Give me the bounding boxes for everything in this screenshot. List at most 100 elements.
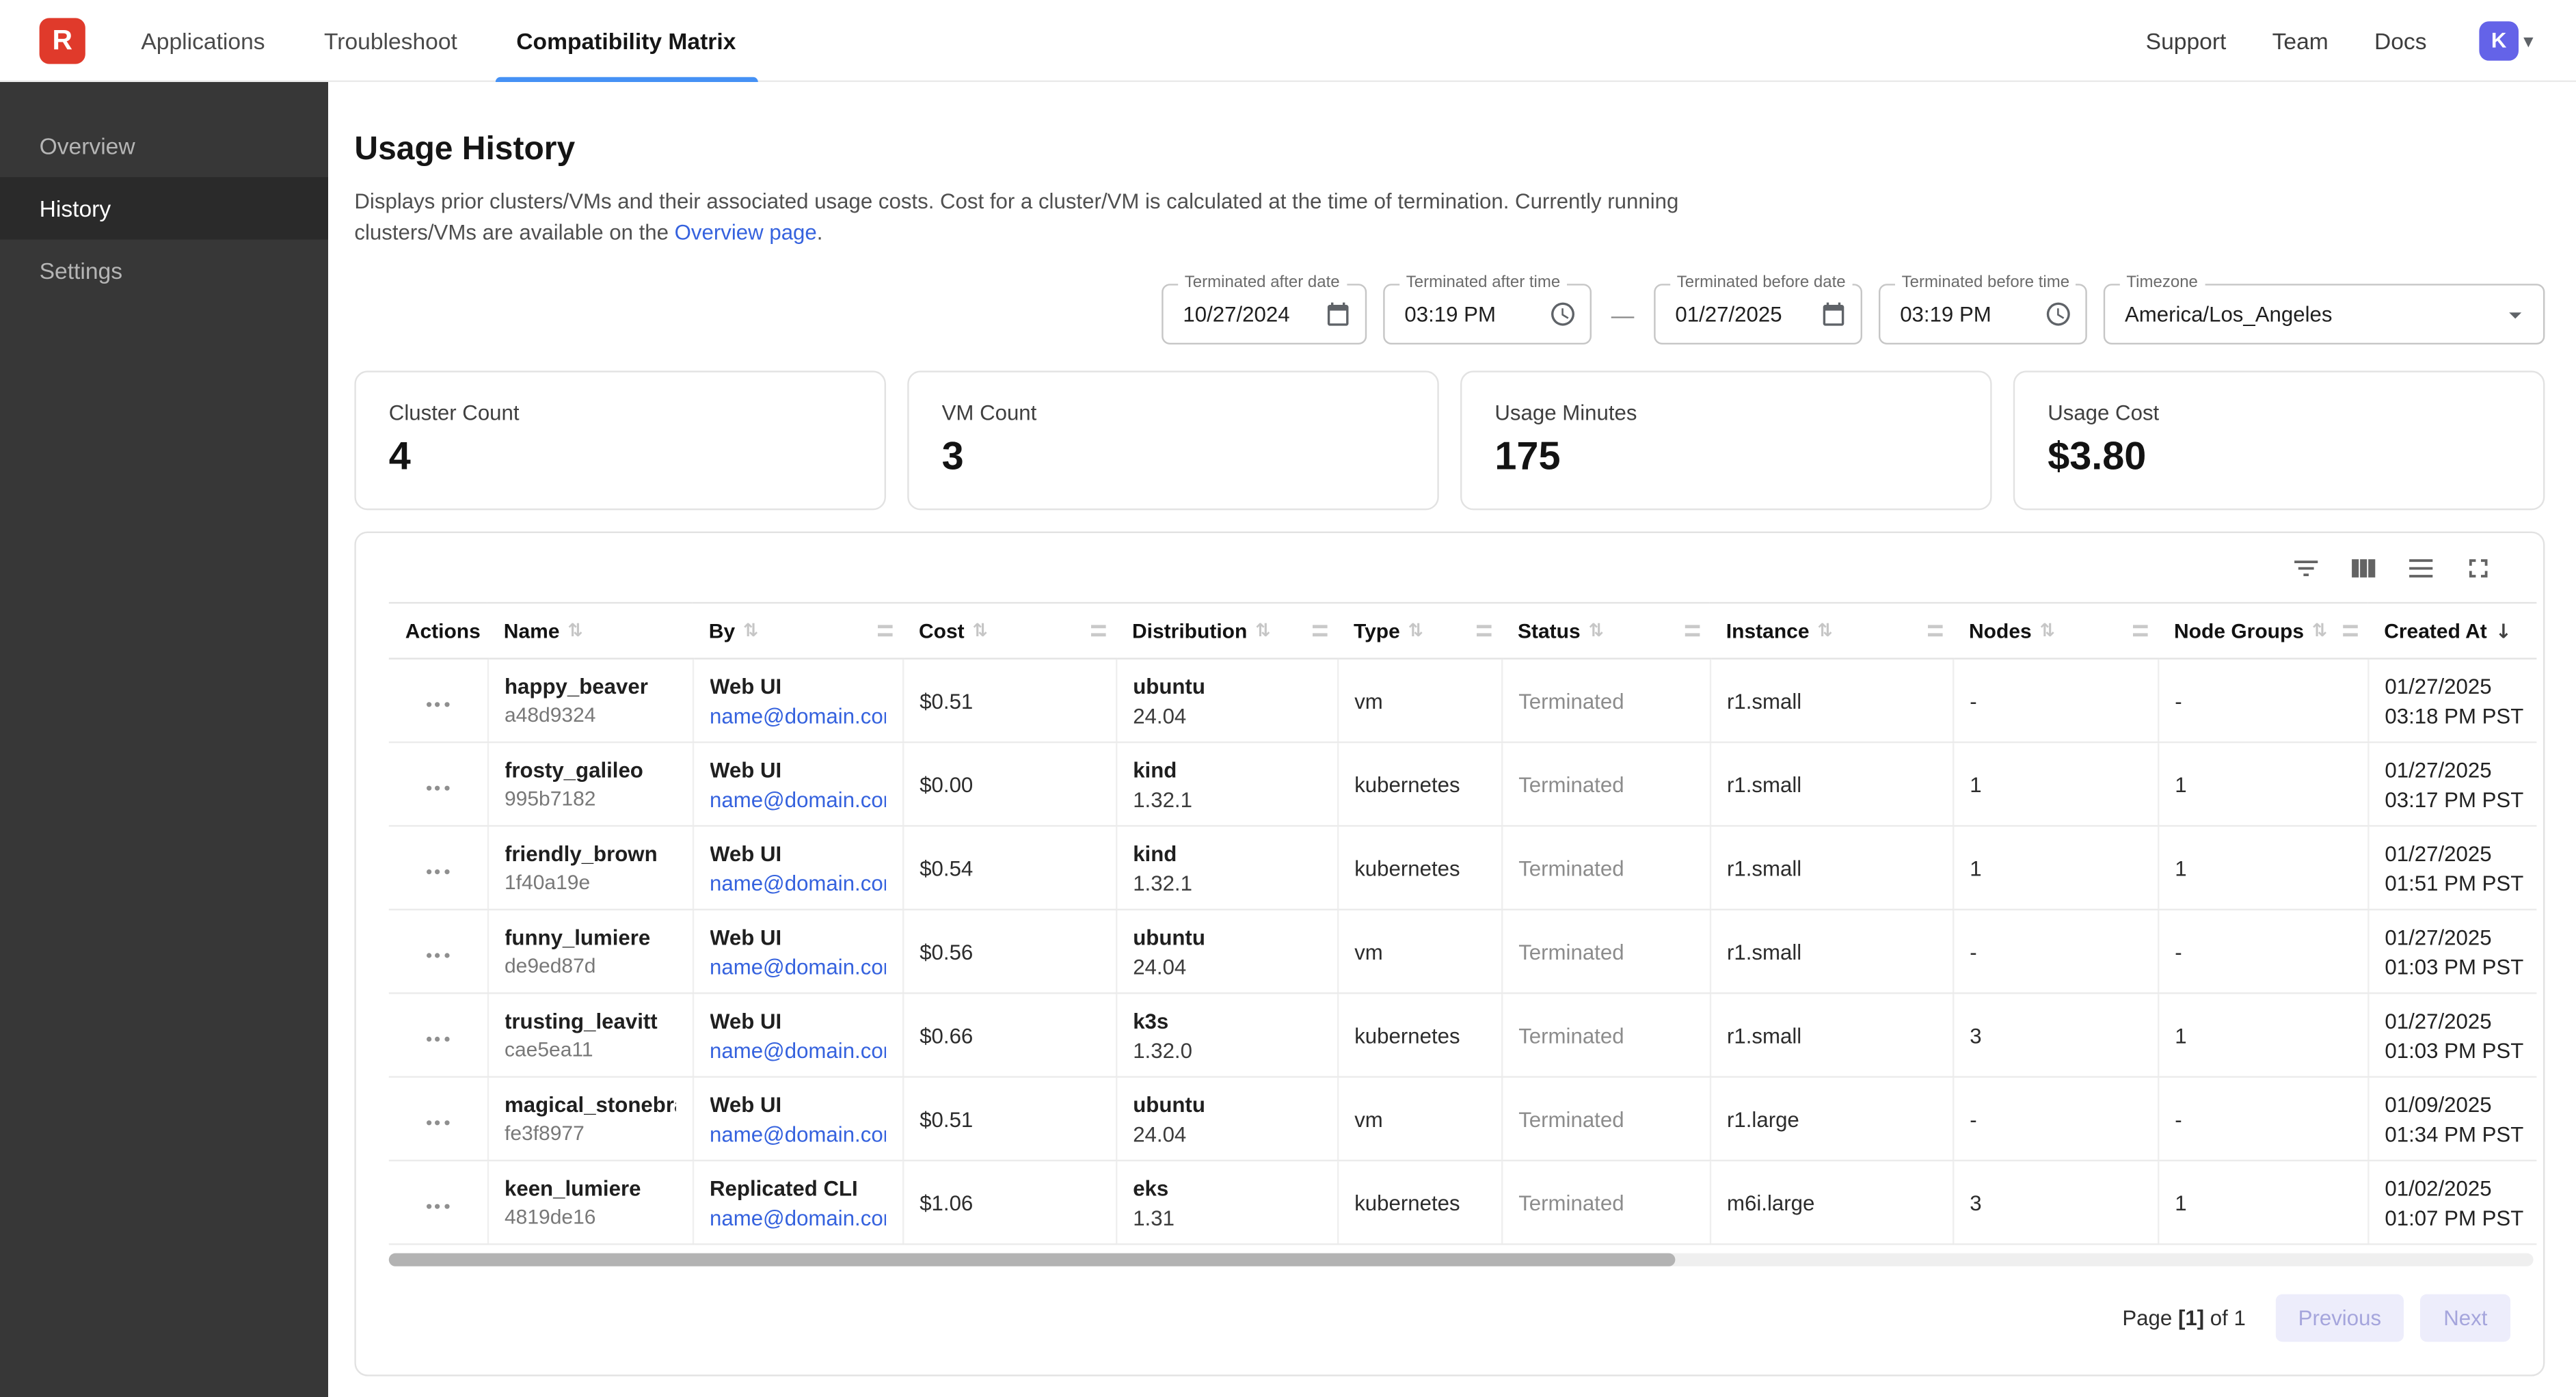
nav-item-team[interactable]: Team [2272, 27, 2329, 53]
calendar-icon[interactable] [1324, 300, 1352, 328]
cost-value: $0.66 [920, 1022, 1099, 1047]
email-link[interactable]: name@domain.com [710, 870, 885, 895]
column-header-name[interactable]: Name⇅ [487, 603, 693, 659]
status-cell: Terminated [1501, 910, 1710, 993]
created-at-cell: 01/27/202501:03 PM PST [2367, 993, 2536, 1076]
column-resize-handle[interactable] [2343, 625, 2358, 636]
column-resize-handle[interactable] [1928, 625, 1943, 636]
nav-item-applications[interactable]: Applications [141, 0, 265, 81]
sort-icon[interactable]: ⇅ [1408, 620, 1423, 641]
actions-cell [389, 826, 487, 909]
sidebar-item-history[interactable]: History [0, 177, 328, 239]
column-resize-handle[interactable] [1313, 625, 1328, 636]
stat-card-usage-cost: Usage Cost $3.80 [2013, 370, 2545, 510]
nav-item-compatibility-matrix[interactable]: Compatibility Matrix [516, 0, 736, 81]
sort-icon[interactable]: ⇅ [2312, 620, 2327, 641]
column-header-distribution[interactable]: Distribution ⇅ [1116, 603, 1337, 659]
terminated-after-date-field[interactable]: Terminated after date 10/27/2024 [1162, 284, 1367, 344]
node-groups-cell: - [2158, 659, 2367, 742]
description-line1: Displays prior clusters/VMs and their as… [354, 189, 1678, 213]
column-header-inner: Cost⇅ [919, 619, 1106, 642]
replicated-logo[interactable]: R [40, 17, 85, 63]
filter-range-separator: — [1611, 301, 1635, 327]
row-menu-button[interactable] [418, 1112, 457, 1133]
column-header-type[interactable]: Type⇅ [1337, 603, 1501, 659]
created-date: 01/27/2025 [2385, 841, 2520, 865]
next-page-button[interactable]: Next [2421, 1294, 2510, 1342]
columns-icon[interactable] [2346, 551, 2379, 584]
sort-desc-icon[interactable]: ↓ [2495, 619, 2512, 642]
terminated-before-time-field[interactable]: Terminated before time 03:19 PM [1879, 284, 2087, 344]
row-menu-button[interactable] [418, 1196, 457, 1217]
nav-item-support[interactable]: Support [2146, 27, 2227, 53]
email-link[interactable]: name@domain.com [710, 1205, 885, 1230]
terminated-after-time-field[interactable]: Terminated after time 03:19 PM [1383, 284, 1592, 344]
clock-icon[interactable] [2044, 300, 2072, 328]
created-time: 01:07 PM PST [2385, 1205, 2520, 1230]
sort-icon[interactable]: ⇅ [1255, 620, 1270, 641]
column-header-nodes[interactable]: Nodes⇅ [1953, 603, 2158, 659]
email-link[interactable]: name@domain.com [710, 1121, 885, 1145]
column-resize-handle[interactable] [878, 625, 893, 636]
row-menu-button[interactable] [418, 778, 457, 799]
sort-icon[interactable]: ⇅ [568, 620, 583, 641]
dropdown-arrow-icon[interactable] [2501, 299, 2530, 329]
node-groups-cell: 1 [2158, 993, 2367, 1076]
node-groups-value: 1 [2175, 856, 2350, 880]
row-menu-button[interactable] [418, 861, 457, 882]
created-time: 01:34 PM PST [2385, 1121, 2520, 1145]
sidebar-item-overview[interactable]: Overview [0, 115, 328, 177]
row-menu-button[interactable] [418, 945, 457, 966]
app-viewport: R Applications Troubleshoot Compatibilit… [0, 0, 2576, 1397]
by-cell: Web UIname@domain.com [693, 910, 902, 993]
stat-label: VM Count [942, 401, 1405, 425]
node-groups-value: 1 [2175, 772, 2350, 796]
cluster-id: de9ed87d [505, 955, 675, 978]
account-menu-button[interactable]: K ▾ [2479, 21, 2533, 60]
email-link[interactable]: name@domain.com [710, 1037, 885, 1062]
density-icon[interactable] [2404, 551, 2437, 584]
column-header-created-at[interactable]: Created At↓ [2367, 603, 2536, 659]
by-cell: Web UIname@domain.com [693, 826, 902, 909]
horizontal-scrollbar[interactable] [389, 1253, 2534, 1266]
column-header-instance[interactable]: Instance⇅ [1710, 603, 1953, 659]
column-resize-handle[interactable] [1477, 625, 1492, 636]
clock-icon[interactable] [1549, 300, 1577, 328]
email-link[interactable]: name@domain.com [710, 703, 885, 727]
sidebar-item-settings[interactable]: Settings [0, 239, 328, 301]
overview-page-link[interactable]: Overview page [675, 220, 817, 245]
email-link[interactable]: name@domain.com [710, 787, 885, 811]
nav-item-troubleshoot[interactable]: Troubleshoot [324, 0, 457, 81]
column-resize-handle[interactable] [2133, 625, 2148, 636]
row-menu-button[interactable] [418, 1029, 457, 1050]
fullscreen-icon[interactable] [2461, 551, 2494, 584]
distribution-name: ubuntu [1133, 1091, 1320, 1116]
column-resize-handle[interactable] [1685, 625, 1700, 636]
column-header-by[interactable]: By⇅ [693, 603, 902, 659]
column-header-status[interactable]: Status⇅ [1501, 603, 1710, 659]
column-resize-handle[interactable] [1091, 625, 1106, 636]
column-header-node-groups[interactable]: Node Groups⇅ [2158, 603, 2367, 659]
calendar-icon[interactable] [1820, 300, 1848, 328]
distribution-version: 1.32.1 [1133, 870, 1320, 895]
column-header-cost[interactable]: Cost⇅ [902, 603, 1116, 659]
sort-icon[interactable]: ⇅ [2040, 620, 2055, 641]
sort-icon[interactable]: ⇅ [1589, 620, 1604, 641]
pagination: Page [1] of 1 Previous Next [356, 1294, 2510, 1342]
sort-icon[interactable]: ⇅ [743, 620, 758, 641]
terminated-before-date-field[interactable]: Terminated before date 01/27/2025 [1654, 284, 1862, 344]
sort-icon[interactable]: ⇅ [973, 620, 988, 641]
timezone-select[interactable]: Timezone America/Los_Angeles [2104, 284, 2545, 344]
column-label: Distribution [1132, 619, 1247, 642]
scrollbar-thumb[interactable] [389, 1253, 1676, 1266]
email-link[interactable]: name@domain.com [710, 954, 885, 979]
filter-icon[interactable] [2289, 551, 2322, 584]
description-line2: clusters/VMs are available on the [354, 220, 674, 245]
sort-icon[interactable]: ⇅ [1818, 620, 1833, 641]
avatar[interactable]: K [2479, 21, 2519, 60]
terminated-before-time-label: Terminated before time [1895, 274, 2076, 292]
cluster-id: fe3f8977 [505, 1122, 675, 1145]
previous-page-button[interactable]: Previous [2275, 1294, 2404, 1342]
nav-item-docs[interactable]: Docs [2374, 27, 2427, 53]
row-menu-button[interactable] [418, 694, 457, 715]
